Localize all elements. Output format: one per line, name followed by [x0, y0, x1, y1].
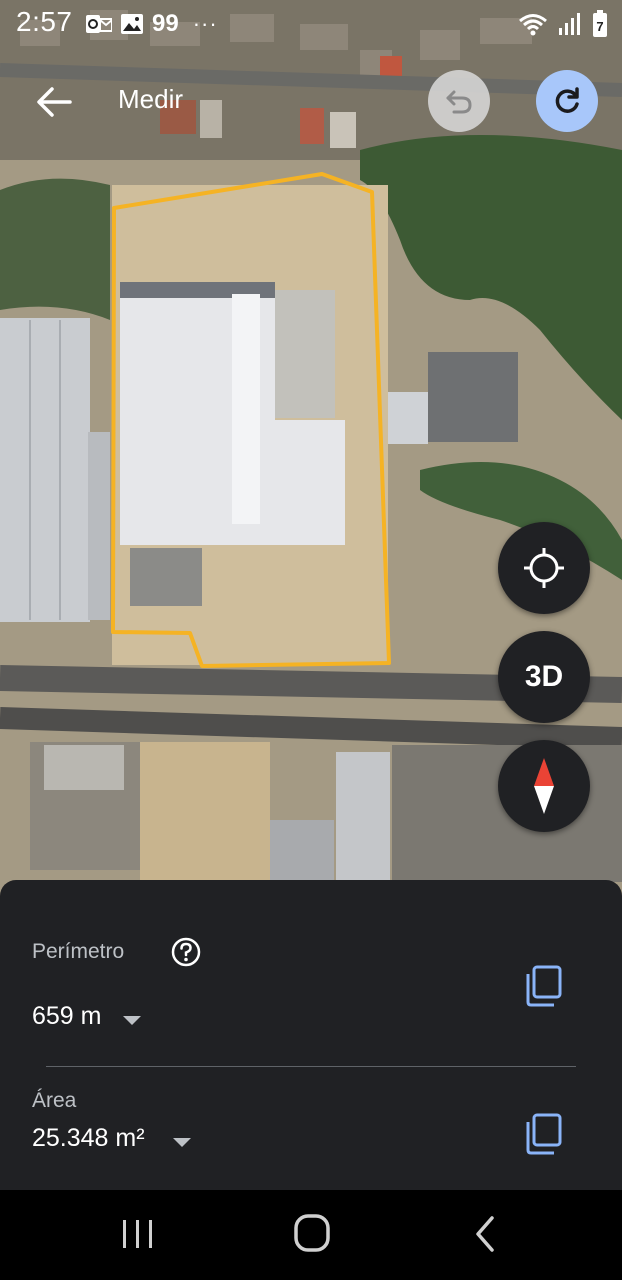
battery-icon: 7: [593, 10, 607, 37]
map-building-right-small: [388, 392, 428, 444]
undo-icon: [446, 90, 472, 114]
page-title: Medir: [118, 84, 184, 114]
map-building-right: [428, 352, 518, 442]
status-notifications: 99 ···: [86, 10, 218, 38]
signal-icon: [559, 13, 580, 35]
home-button[interactable]: [290, 1210, 334, 1256]
battery-level: 7: [596, 19, 603, 34]
perimeter-value: 659 m: [32, 1002, 102, 1030]
area-unit-dropdown-icon[interactable]: [170, 1132, 194, 1152]
recent-apps-button[interactable]: [118, 1212, 158, 1256]
map-building-left: [0, 318, 90, 622]
system-navigation-bar: [0, 1190, 622, 1280]
map-building-bottom-center: [270, 820, 334, 882]
map-sand-lot: [140, 742, 270, 882]
refresh-icon: [555, 87, 579, 113]
compass-icon: [534, 758, 554, 814]
measurement-panel: Perímetro 659 m Área 25.348 m²: [0, 880, 622, 1190]
status-system-icons: 7: [518, 8, 608, 40]
undo-button[interactable]: [428, 70, 490, 132]
status-bar: 2:57 99 ··· 7: [0, 0, 622, 48]
map-warehouse-roof-strip: [232, 294, 260, 524]
map-concrete-pad: [130, 548, 202, 606]
system-back-button[interactable]: [470, 1212, 500, 1256]
area-label: Área: [32, 1089, 77, 1112]
divider: [46, 1066, 576, 1067]
more-notifications-indicator: ···: [192, 11, 218, 36]
map-building-bottom-warehouse: [336, 752, 390, 882]
perimeter-label: Perímetro: [32, 940, 125, 963]
crosshair-icon: [524, 548, 564, 588]
map-vegetation-left: [0, 178, 110, 320]
status-time: 2:57: [16, 6, 73, 37]
outlook-icon: [86, 15, 112, 33]
help-icon[interactable]: [170, 936, 202, 968]
map-site-structure: [275, 290, 335, 418]
copy-area-button[interactable]: [524, 1112, 564, 1156]
my-location-button[interactable]: [498, 522, 590, 614]
gallery-icon: [121, 14, 143, 34]
compass-button[interactable]: [498, 740, 590, 832]
back-button[interactable]: [32, 80, 76, 124]
map-building-left-annex: [88, 432, 110, 620]
view-3d-label: 3D: [524, 660, 564, 693]
copy-perimeter-button[interactable]: [524, 964, 564, 1008]
area-value: 25.348 m²: [32, 1124, 145, 1152]
map-building-bottom-left: [44, 745, 124, 790]
wifi-icon: [519, 14, 547, 36]
notification-count: 99: [152, 10, 179, 37]
perimeter-unit-dropdown-icon[interactable]: [120, 1010, 144, 1030]
redo-button[interactable]: [536, 70, 598, 132]
view-3d-button[interactable]: 3D: [498, 631, 590, 723]
